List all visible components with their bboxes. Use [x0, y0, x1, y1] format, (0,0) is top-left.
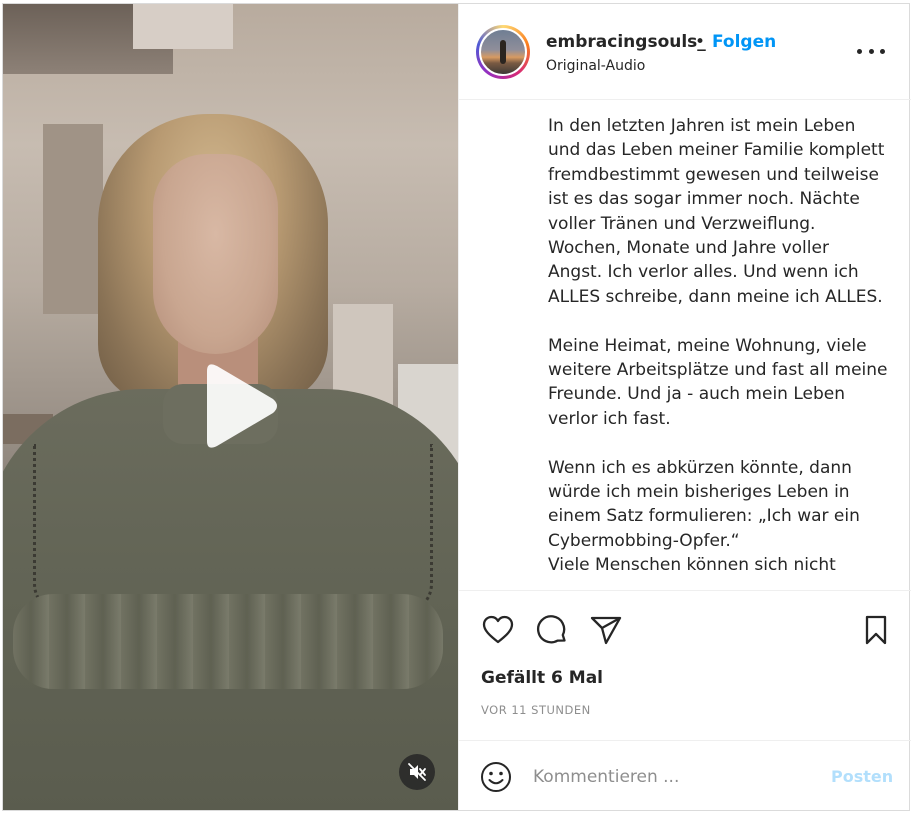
- play-icon[interactable]: [193, 359, 283, 454]
- caption-paragraph: Meine Heimat, meine Wohnung, viele weite…: [548, 335, 888, 429]
- post-sidebar: embracingsouls_ • Folgen Original-Audio …: [458, 4, 911, 810]
- muted-speaker-icon[interactable]: [399, 754, 435, 790]
- more-options-icon[interactable]: [857, 40, 885, 62]
- speech-bubble-icon[interactable]: [535, 613, 569, 647]
- comment-input[interactable]: [533, 763, 813, 791]
- smiley-icon[interactable]: [479, 760, 513, 794]
- post-comment-button[interactable]: Posten: [831, 767, 893, 786]
- separator-dot: •: [695, 32, 706, 52]
- avatar[interactable]: [476, 25, 530, 79]
- comment-bar: Posten: [459, 740, 911, 810]
- likes-count[interactable]: Gefällt 6 Mal: [481, 668, 603, 688]
- heart-icon[interactable]: [481, 613, 515, 647]
- paper-plane-icon[interactable]: [589, 613, 623, 647]
- post-timestamp[interactable]: VOR 11 STUNDEN: [481, 703, 591, 717]
- video-player[interactable]: [3, 4, 458, 810]
- caption-paragraph: Wenn ich es abkürzen könnte, dann würde …: [548, 457, 860, 576]
- bookmark-icon[interactable]: [859, 613, 893, 647]
- caption-scroll-area[interactable]: In den letzten Jahren ist mein Leben und…: [459, 100, 911, 590]
- action-bar: Gefällt 6 Mal VOR 11 STUNDEN: [459, 590, 911, 740]
- username-link[interactable]: embracingsouls_: [546, 32, 706, 52]
- avatar-image: [479, 28, 527, 76]
- follow-button[interactable]: Folgen: [712, 32, 776, 52]
- post-dialog: embracingsouls_ • Folgen Original-Audio …: [2, 3, 911, 811]
- caption-paragraph: In den letzten Jahren ist mein Leben und…: [548, 116, 885, 307]
- audio-link[interactable]: Original-Audio: [546, 58, 645, 74]
- post-header: embracingsouls_ • Folgen Original-Audio: [459, 4, 911, 100]
- caption-text: In den letzten Jahren ist mein Leben und…: [548, 114, 888, 590]
